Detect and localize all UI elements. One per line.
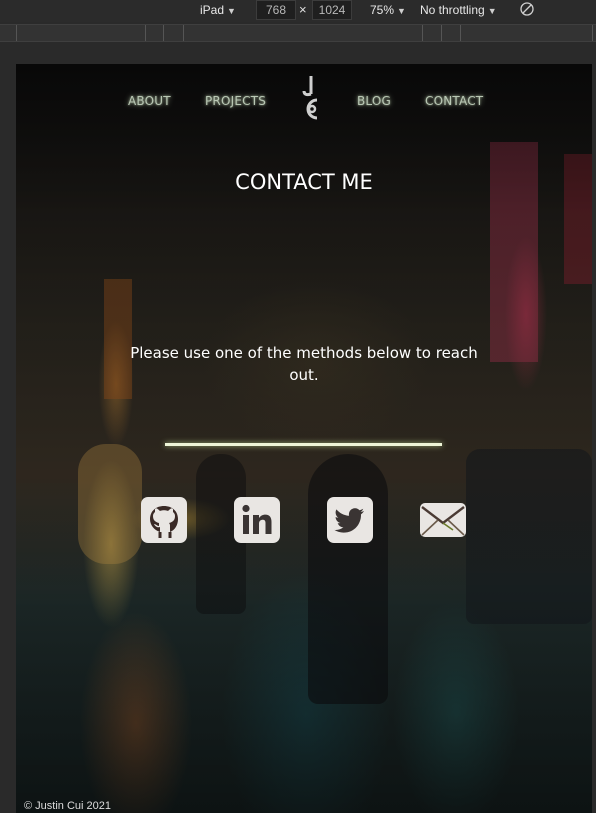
page-content: ABOUT PROJECTS BLOG CONTACT CONTACT ME P… <box>16 64 592 813</box>
chevron-down-icon: ▼ <box>227 6 236 16</box>
nav-blog[interactable]: BLOG <box>357 94 391 108</box>
twitter-icon[interactable] <box>326 496 374 544</box>
zoom-selector[interactable]: 75% ▼ <box>370 0 406 22</box>
devtools-toolbar: iPad ▼ 768 × 1024 75% ▼ No throttling ▼ <box>0 0 596 22</box>
width-input[interactable]: 768 <box>256 0 296 20</box>
email-icon[interactable] <box>419 496 467 544</box>
dimension-separator: × <box>299 2 307 17</box>
zoom-level: 75% <box>370 3 395 17</box>
throttling-label: No throttling <box>420 3 485 17</box>
chevron-down-icon: ▼ <box>397 6 406 16</box>
contact-message: Please use one of the methods below to r… <box>130 344 478 384</box>
logo-icon[interactable] <box>300 74 324 126</box>
nav-about[interactable]: ABOUT <box>128 94 171 108</box>
linkedin-icon[interactable] <box>233 496 281 544</box>
divider <box>165 443 442 446</box>
throttling-selector[interactable]: No throttling ▼ <box>420 0 497 22</box>
nav-projects[interactable]: PROJECTS <box>205 94 266 108</box>
device-name: iPad <box>200 3 225 17</box>
page-title: CONTACT ME <box>235 170 373 194</box>
footer-copyright: © Justin Cui 2021 <box>24 800 111 812</box>
rotate-icon[interactable] <box>520 2 534 16</box>
github-icon[interactable] <box>140 496 188 544</box>
chevron-down-icon: ▼ <box>487 6 497 16</box>
device-ruler <box>0 24 596 42</box>
nav-contact[interactable]: CONTACT <box>425 94 483 108</box>
device-selector[interactable]: iPad ▼ <box>200 0 236 22</box>
device-viewport: ABOUT PROJECTS BLOG CONTACT CONTACT ME P… <box>16 64 592 813</box>
height-input[interactable]: 1024 <box>312 0 352 20</box>
